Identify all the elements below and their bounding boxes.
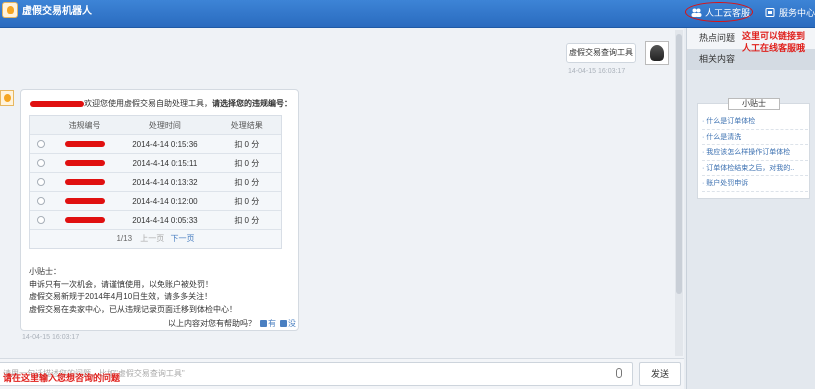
service-center-label: 服务中心 [779, 8, 815, 18]
thumbs-up-icon [260, 320, 267, 327]
tips-link[interactable]: 什么是订单体检 [702, 114, 808, 130]
row-time: 2014-4-14 0:13:32 [132, 177, 198, 187]
row-radio[interactable] [36, 178, 45, 186]
tips-list: 什么是订单体检 什么是清洗 我应该怎么样操作订单体检 订单体检结束之后，对我的.… [702, 114, 808, 192]
row-result: 扣 0 分 [234, 196, 260, 206]
redacted-id [64, 159, 105, 166]
row-radio[interactable] [36, 159, 45, 167]
row-radio[interactable] [36, 140, 45, 148]
highlight-ellipse [685, 2, 753, 22]
col-header-result: 处理结果 [230, 120, 263, 130]
row-time: 2014-4-14 0:05:33 [132, 215, 198, 225]
tips-link[interactable]: 我应该怎么样操作订单体检 [702, 145, 808, 161]
redaction-mark [30, 100, 84, 107]
tips-box: 小贴士 什么是订单体检 什么是清洗 我应该怎么样操作订单体检 订单体检结束之后，… [697, 98, 810, 199]
table-row[interactable]: 2014-4-14 0:13:32 扣 0 分 [30, 172, 281, 191]
redacted-id [64, 197, 105, 204]
right-panel: 热点问题 相关内容 小贴士 什么是订单体检 什么是清洗 我应该怎么样操作订单体检… [686, 28, 815, 389]
row-time: 2014-4-14 0:15:11 [132, 158, 198, 168]
row-result: 扣 0 分 [234, 177, 260, 187]
pager-info: 1/13 [116, 234, 133, 243]
bot-timestamp: 14-04-15 16:03:17 [22, 334, 80, 341]
feedback-yes-button[interactable]: 有 [260, 318, 276, 329]
bot-avatar-icon [0, 90, 14, 106]
user-avatar [645, 41, 669, 65]
row-result: 扣 0 分 [234, 139, 260, 149]
row-result: 扣 0 分 [234, 215, 260, 225]
table-row[interactable]: 2014-4-14 0:12:00 扣 0 分 [30, 191, 281, 210]
thumbs-down-icon [280, 320, 287, 327]
redacted-id [64, 178, 105, 185]
table-row[interactable]: 2014-4-14 0:05:33 扣 0 分 [30, 210, 281, 229]
bot-intro: 欢迎您使用虚假交易自助处理工具，请选择您的违规编号： [30, 98, 292, 109]
tip-line: 虚假交易新规于2014年4月10日生效，请多多关注！ [29, 292, 213, 301]
violation-table: 违规编号 处理时间 处理结果 2014-4-14 0:15:36 扣 0 分 2… [29, 115, 282, 249]
user-timestamp: 14-04-15 16:03:17 [568, 68, 626, 75]
annotation-input: 请在这里输入您想咨询的问题 [3, 373, 121, 383]
row-radio[interactable] [36, 197, 45, 205]
bot-tips: 小贴士： 申诉只有一次机会，请谨慎使用，以免账户被处罚！ 虚假交易新规于2014… [29, 266, 237, 316]
chat-scrollbar[interactable] [675, 30, 683, 356]
feedback-no-button[interactable]: 没 [280, 318, 296, 329]
tips-link[interactable]: 什么是清洗 [702, 130, 808, 145]
top-bar: 虚假交易机器人 人工云客服 服务中心 [0, 0, 815, 28]
scrollbar-thumb[interactable] [676, 34, 682, 294]
tip-line: 申诉只有一次机会，请谨慎使用，以免账户被处罚！ [29, 279, 213, 289]
table-header: 违规编号 处理时间 处理结果 [30, 116, 281, 134]
bot-message: 欢迎您使用虚假交易自助处理工具，请选择您的违规编号： 违规编号 处理时间 处理结… [20, 89, 299, 331]
row-time: 2014-4-14 0:12:00 [132, 196, 198, 206]
user-message: 虚假交易查询工具 [566, 43, 636, 63]
table-row[interactable]: 2014-4-14 0:15:11 扣 0 分 [30, 153, 281, 172]
redacted-id [64, 216, 105, 223]
send-button[interactable]: 发送 [639, 362, 681, 386]
next-page-link[interactable]: 下一页 [171, 234, 195, 243]
feedback-yes-label: 有 [268, 319, 276, 328]
tips-box-title: 小贴士 [728, 98, 780, 110]
service-icon [765, 8, 775, 17]
col-header-time: 处理时间 [148, 120, 181, 130]
tips-link[interactable]: 账户处罚申诉 [702, 176, 808, 192]
row-result: 扣 0 分 [234, 158, 260, 168]
annotation-agent: 这里可以链接到 人工在线客服哦 [742, 31, 806, 53]
service-center-link[interactable]: 服务中心 [765, 6, 815, 19]
prev-page-link[interactable]: 上一页 [140, 234, 164, 243]
robot-logo-icon [2, 2, 18, 18]
row-radio[interactable] [36, 216, 45, 224]
redacted-id [64, 140, 105, 147]
microphone-icon[interactable] [616, 368, 622, 378]
feedback-no-label: 没 [288, 319, 296, 328]
feedback-question: 以上内容对您有帮助吗？ [168, 319, 256, 328]
col-header-id: 违规编号 [68, 120, 101, 130]
app-title: 虚假交易机器人 [22, 6, 92, 17]
table-row[interactable]: 2014-4-14 0:15:36 扣 0 分 [30, 134, 281, 153]
tips-heading: 小贴士： [29, 267, 61, 276]
row-time: 2014-4-14 0:15:36 [132, 139, 198, 149]
bot-intro-bold: 请选择您的违规编号： [212, 99, 292, 108]
bot-intro-text: 欢迎您使用虚假交易自助处理工具， [84, 99, 212, 108]
feedback-row: 以上内容对您有帮助吗？ 有 没 [168, 318, 296, 329]
table-pager: 1/13 上一页 下一页 [30, 229, 281, 248]
tip-line: 虚假交易在卖家中心，已从违规记录页面迁移到体检中心！ [29, 304, 237, 314]
tips-link[interactable]: 订单体检结束之后，对我的.. [702, 161, 808, 176]
